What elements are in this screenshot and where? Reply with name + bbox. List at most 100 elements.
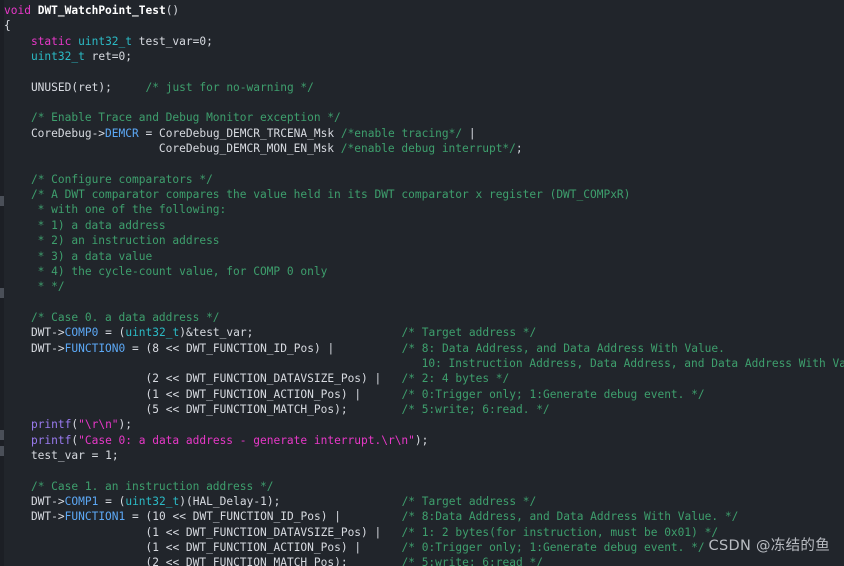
token-call: printf [30,418,72,432]
token-plain: DWT_FUNCTION_MATCH_Pos [179,402,335,416]
token-cmt: /* Case 1. an instruction address */ [30,479,274,493]
token-cmt: /* 2: 4 bytes */ [401,372,510,386]
token-member: FUNCTION1 [64,510,126,524]
token-type: uint32_t [125,495,180,508]
token-punc: ; [206,34,213,48]
token-op: -> [51,510,65,524]
code-line: UNUSED(ret); /* just for no-warning */ [0,80,844,95]
token-cmt: /* 5:write; 6:read. */ [401,402,550,416]
gutter-change-marker [0,430,4,440]
code-line: DWT->COMP0 = (uint32_t)&test_var; /* Tar… [0,325,844,340]
code-line: /* A DWT comparator compares the value h… [0,187,844,202]
token-op: << [165,402,180,416]
code-line: (5 << DWT_FUNCTION_MATCH_Pos); /* 5:writ… [0,402,844,417]
code-line: DWT->FUNCTION0 = (8 << DWT_FUNCTION_ID_P… [0,341,844,356]
token-cmt: /* just for no-warning */ [145,80,314,94]
token-op: << [172,510,186,524]
token-punc: ) [313,341,321,355]
token-op: -> [51,341,65,355]
token-plain: DWT_FUNCTION_ACTION_Pos [179,541,341,555]
token-punc: ; [515,142,523,156]
token-punc: ); [98,80,112,94]
token-punc: )( [179,495,193,508]
token-op: = [105,326,112,340]
token-str: "\r\n" [78,418,119,432]
code-line: * 1) a data address [0,218,844,233]
token-plain: CoreDebug_DEMCR_MON_EN_Msk [4,142,341,156]
token-num: 1 [260,495,267,508]
token-cmt: /* 0:Trigger only; 1:Generate debug even… [401,387,705,401]
token-punc: ; [125,50,133,64]
token-punc: ) [361,525,368,539]
code-line: printf("\r\n"); [0,417,844,432]
token-plain: ret [84,50,112,64]
token-cmt: /* Case 0. a data address */ [30,310,220,324]
editor-gutter-strip[interactable] [0,0,4,566]
token-plain: DWT_FUNCTION_DATAVSIZE_Pos [179,372,362,386]
token-op: = [132,510,139,524]
gutter-change-marker [0,446,4,456]
code-line: * */ [0,279,844,294]
token-cmt: /*enable debug interrupt*/ [340,142,516,156]
token-cmt: /* 0:Trigger only; 1:Generate debug even… [401,541,705,555]
token-cmt: /* Enable Trace and Debug Monitor except… [30,111,341,125]
token-call: printf [30,433,72,447]
code-line: CoreDebug->DEMCR = CoreDebug_DEMCR_TRCEN… [0,126,844,141]
csdn-watermark: CSDN @冻结的鱼 [708,538,830,554]
token-plain: UNUSED [4,80,72,94]
token-member: COMP1 [64,495,99,508]
token-type: uint32_t [30,50,85,64]
gutter-change-marker [0,288,4,298]
code-line: static uint32_t test_var=0; [0,34,844,49]
code-line: /* Enable Trace and Debug Monitor except… [0,110,844,125]
token-cmt: /* 1: 2 bytes(for instruction, must be 0… [401,525,719,539]
token-plain: DWT_FUNCTION_ID_Pos [179,341,314,355]
token-num: 2 [152,556,159,566]
token-punc: ); [118,418,133,432]
code-editor-content[interactable]: void DWT_WatchPoint_Test(){ static uint3… [0,0,844,566]
token-num: 10 [152,510,166,524]
token-num: 1 [152,525,159,539]
token-cmt: /* Target address */ [401,326,537,340]
token-plain: test_var [192,326,247,340]
code-line: { [0,18,844,33]
token-plain: ret [78,80,99,94]
code-line: /* Configure comparators */ [0,172,844,187]
token-cmt: /* 5:write; 6:read */ [401,556,543,566]
token-plain: DWT [4,326,52,340]
code-line: 10: Instruction Address, Data Address, a… [0,356,844,371]
token-punc: () [165,4,180,17]
token-cmt: * 3) a data value [4,249,153,263]
token-plain: DWT_FUNCTION_MATCH_Pos [179,556,335,566]
token-plain: DWT [4,341,52,355]
token-num: 1 [152,387,159,401]
token-punc: ) [340,387,348,401]
code-line: printf("Case 0: a data address - generat… [0,433,844,448]
token-op: << [165,556,180,566]
token-op: = [132,341,139,355]
token-op: << [165,372,180,386]
token-plain: test_var [132,34,193,48]
token-num: 1 [105,448,112,462]
token-cmt: /* Target address */ [401,495,537,508]
